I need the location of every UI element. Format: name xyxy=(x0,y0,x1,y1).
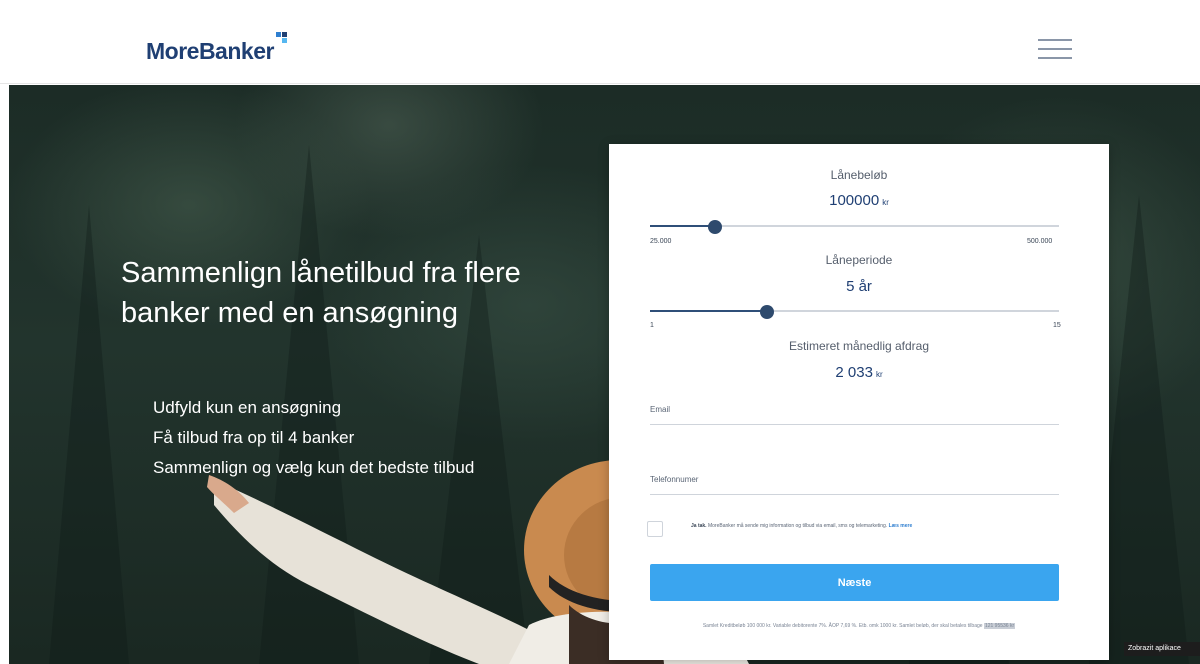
loan-amount-min: 25.000 xyxy=(650,238,672,245)
loan-amount-unit: kr xyxy=(882,198,889,207)
site-header: MoreBanker xyxy=(0,0,1200,84)
logo-mark-icon xyxy=(276,32,288,44)
loan-application-card: Lånebeløb 100000 kr 25.000 500.000 Lånepe… xyxy=(609,144,1109,660)
loan-amount-number: 100000 xyxy=(829,192,880,209)
loan-disclaimer: Samlet Kreditbeløb 100 000 kr. Variable … xyxy=(659,622,1059,631)
next-button[interactable]: Næste xyxy=(650,564,1059,601)
consent-body: MoreBanker må sende mig information og t… xyxy=(707,523,888,529)
loan-period-label: Låneperiode xyxy=(825,253,893,267)
loan-amount-slider[interactable] xyxy=(650,220,1059,234)
slider-handle[interactable] xyxy=(707,220,722,234)
disclaimer-amount: 121 95536 kr xyxy=(983,623,1016,629)
monthly-payment-number: 2 033 xyxy=(835,364,873,381)
consent-checkbox[interactable] xyxy=(647,521,663,537)
monthly-payment-value: 2 033 kr xyxy=(609,364,1109,381)
loan-amount-value: 100000 kr xyxy=(609,192,1109,209)
phone-field[interactable] xyxy=(650,465,1059,495)
loan-period-min: 1 xyxy=(650,322,654,329)
benefit-list: Udfyld kun en ansøgning Få tilbud fra op… xyxy=(153,397,513,487)
benefit-item: Få tilbud fra op til 4 banker xyxy=(153,428,355,447)
email-field[interactable] xyxy=(650,395,1059,425)
menu-icon[interactable] xyxy=(1038,37,1072,61)
benefit-item: Udfyld kun en ansøgning xyxy=(153,398,342,417)
loan-period-value: 5 år xyxy=(846,278,872,295)
monthly-payment-label: Estimeret månedlig afdrag xyxy=(788,339,930,353)
loan-period-max: 15 xyxy=(1053,322,1061,329)
slider-handle[interactable] xyxy=(759,305,774,319)
loan-amount-max: 500.000 xyxy=(1027,238,1053,245)
loan-amount-label: Lånebeløb xyxy=(830,168,888,182)
disclaimer-text: Samlet Kreditbeløb 100 000 kr. Variable … xyxy=(702,623,983,629)
morebanker-logo[interactable]: MoreBanker xyxy=(146,38,274,65)
monthly-payment-unit: kr xyxy=(875,370,883,379)
slider-fill xyxy=(650,225,715,227)
show-apps-badge[interactable]: Zobrazit aplikace xyxy=(1124,642,1200,656)
consent-text: Ja tak. MoreBanker må sende mig informat… xyxy=(691,523,1091,529)
read-more-link[interactable]: Læs mere xyxy=(889,523,913,529)
slider-fill xyxy=(650,310,767,312)
benefit-item: Sammenlign og vælg kun det bedste tilbud xyxy=(153,458,475,477)
hero-title: Sammenlign lånetilbud fra flere banker m… xyxy=(121,257,521,329)
consent-lead: Ja tak. xyxy=(691,523,707,529)
loan-period-slider[interactable] xyxy=(650,305,1059,319)
